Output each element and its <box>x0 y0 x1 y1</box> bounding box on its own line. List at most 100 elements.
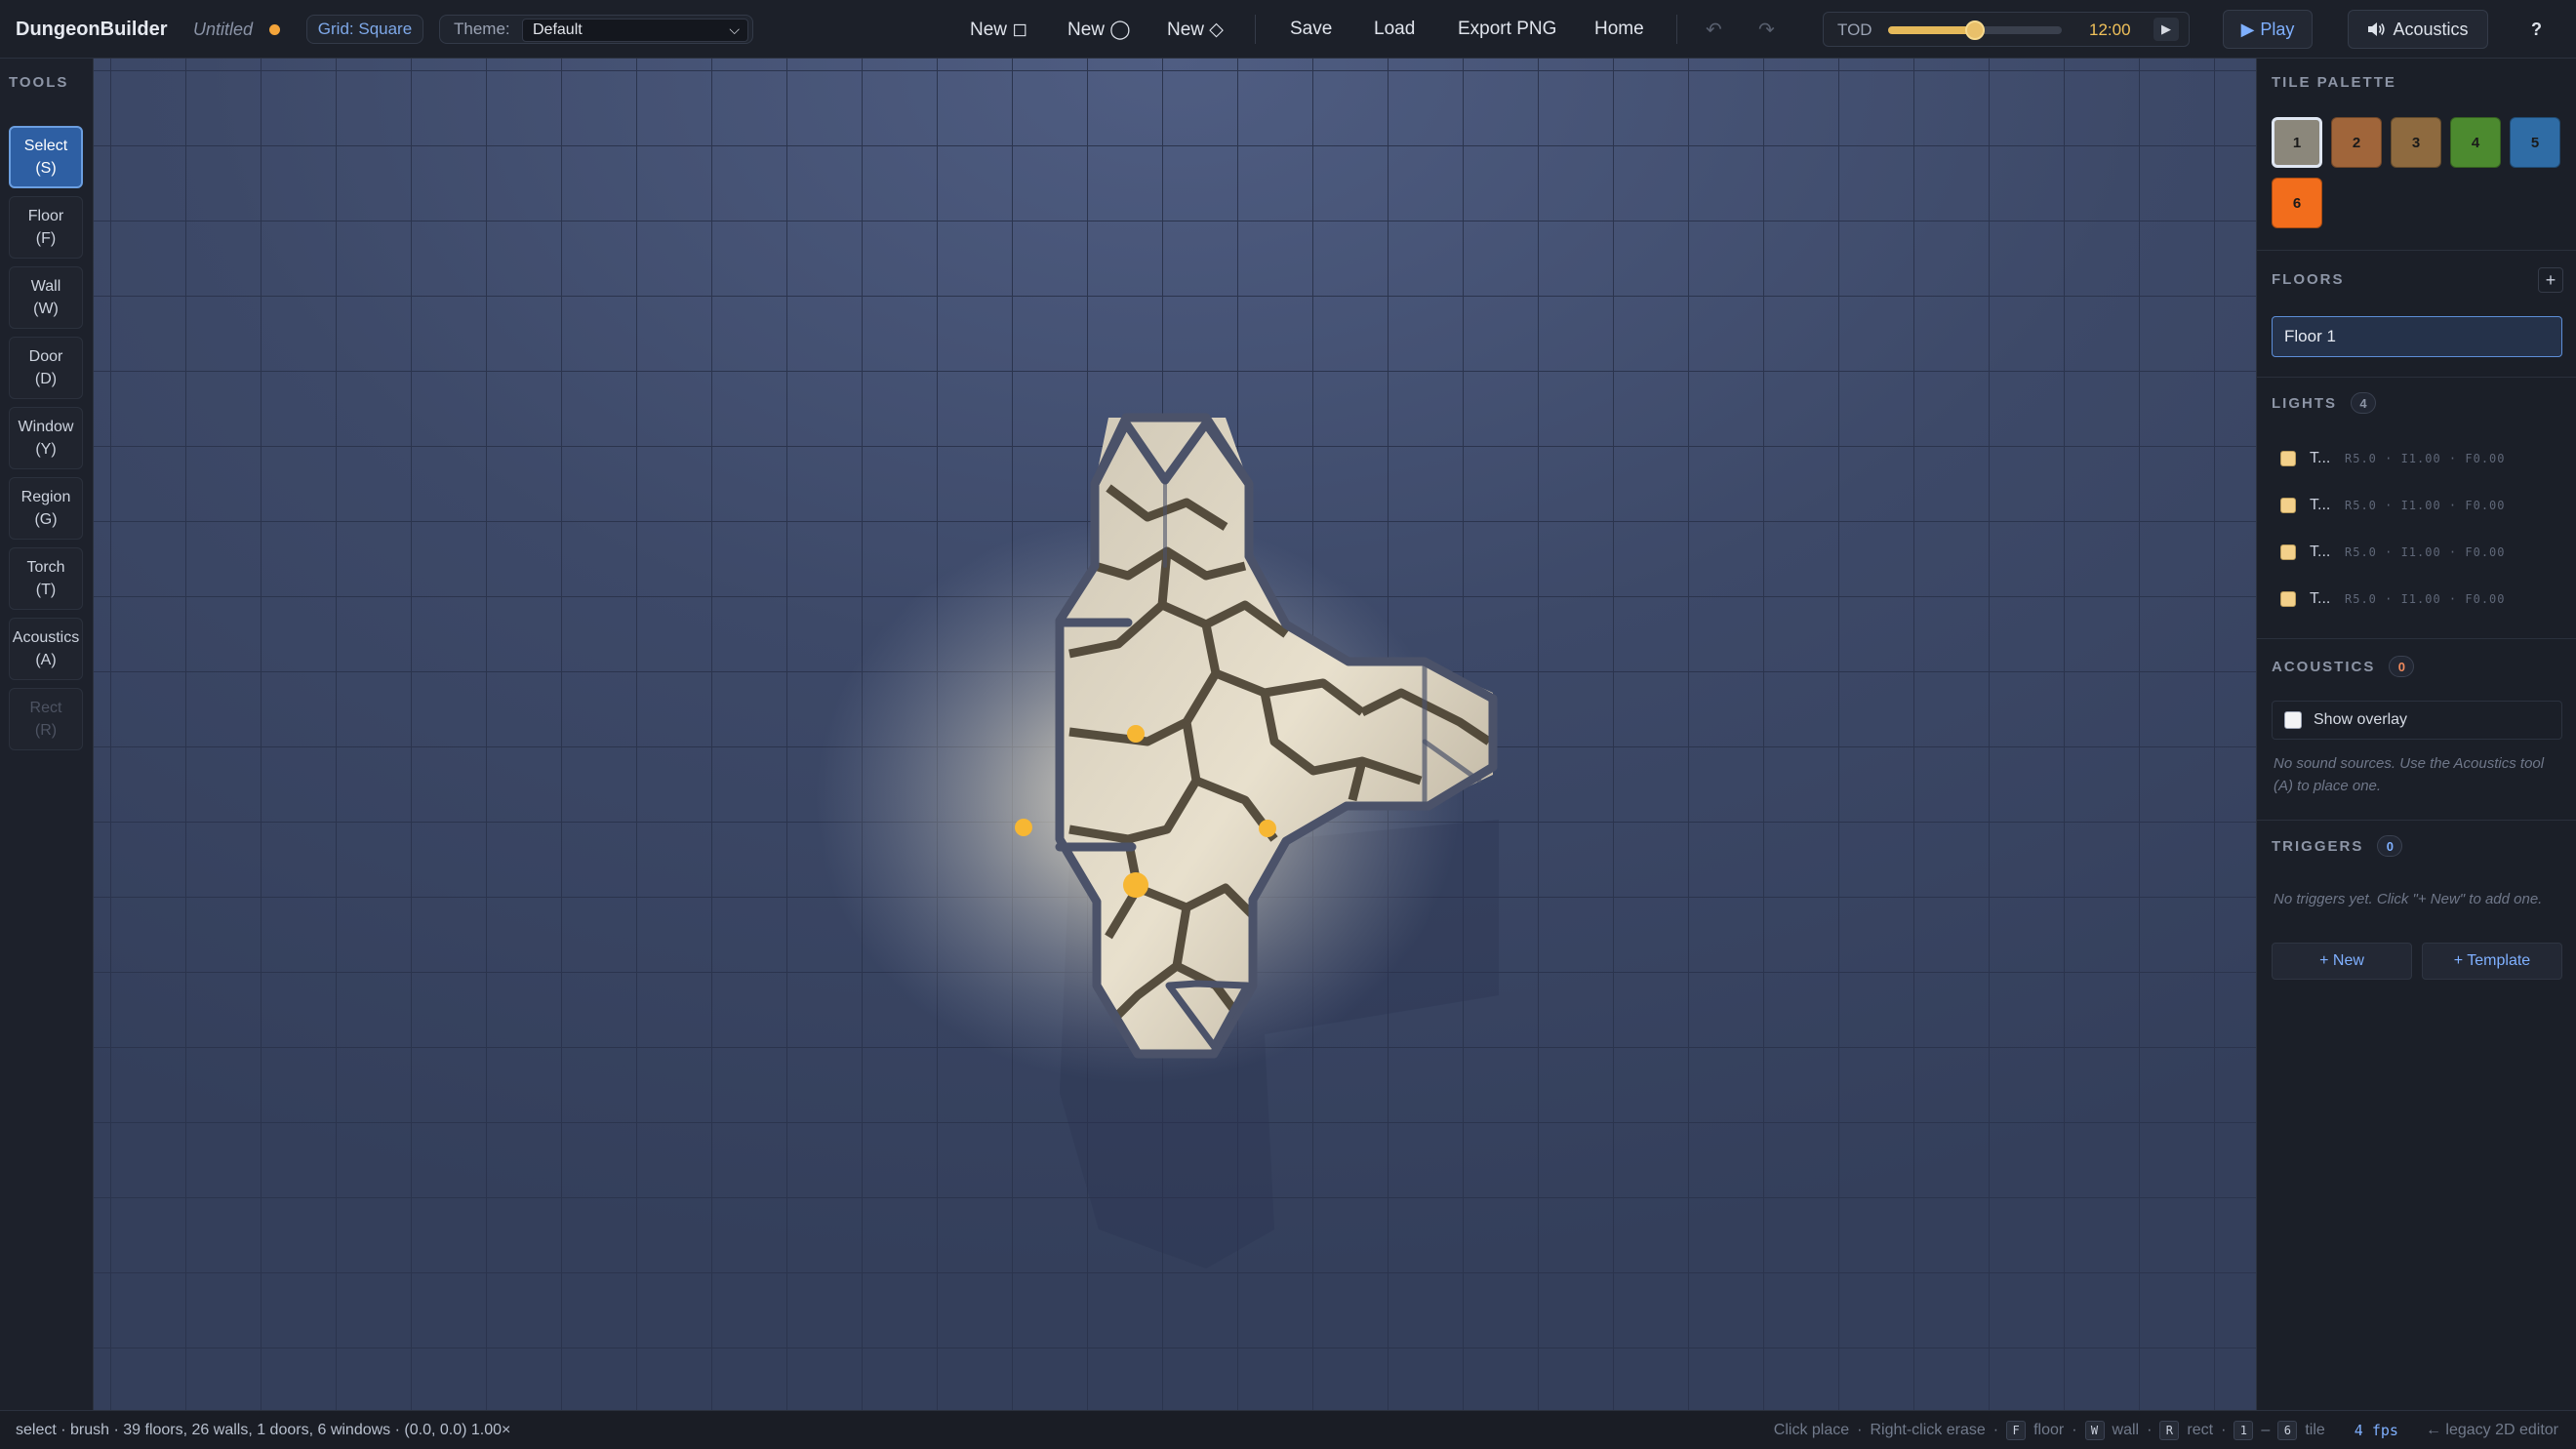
palette-tile-3[interactable]: 3 <box>2391 117 2441 168</box>
speaker-icon <box>2368 22 2386 36</box>
palette-tile-5[interactable]: 5 <box>2510 117 2560 168</box>
document-title: Untitled <box>193 19 254 39</box>
torch-marker[interactable] <box>1259 820 1276 837</box>
theme-control: Theme: Default ⌵ <box>439 15 753 44</box>
tools-title: TOOLS <box>9 74 69 91</box>
help-button[interactable]: ? <box>2531 0 2542 59</box>
light-meta: R5.0 · I1.00 · F0.00 <box>2345 592 2506 606</box>
hint-tile: tile <box>2305 1422 2325 1438</box>
acoustics-title: ACOUSTICS 0 <box>2272 656 2415 677</box>
status-summary: select · brush · 39 floors, 26 walls, 1 … <box>16 1422 511 1438</box>
show-overlay-checkbox[interactable] <box>2284 711 2302 729</box>
toolbar-divider <box>1255 15 1256 44</box>
save-button[interactable]: Save <box>1290 0 1332 59</box>
tool-rect[interactable]: Rect (R) <box>9 688 83 750</box>
show-overlay-label: Show overlay <box>2314 711 2408 728</box>
hint-click-place: Click place <box>1773 1422 1850 1438</box>
lights-title: LIGHTS 4 <box>2272 392 2376 414</box>
legacy-editor-link[interactable]: ← legacy 2D editor <box>2426 1422 2558 1439</box>
light-name: T... <box>2310 497 2331 513</box>
unsaved-indicator <box>269 24 280 35</box>
trigger-template-button[interactable]: + Template <box>2422 943 2562 980</box>
palette-title-text: TILE PALETTE <box>2272 74 2396 91</box>
light-color-swatch <box>2280 591 2296 607</box>
app-brand: DungeonBuilder <box>16 18 168 40</box>
hint-dash: – <box>2261 1422 2271 1438</box>
new-trigger-button[interactable]: + New <box>2272 943 2412 980</box>
hint-separator: · <box>1857 1422 1863 1438</box>
hint-wall: wall <box>2112 1422 2140 1438</box>
light-item[interactable]: T... R5.0 · I1.00 · F0.00 <box>2280 535 2563 570</box>
light-item[interactable]: T... R5.0 · I1.00 · F0.00 <box>2280 582 2563 617</box>
palette-tile-2[interactable]: 2 <box>2331 117 2382 168</box>
section-divider <box>2257 638 2576 639</box>
tool-region[interactable]: Region (G) <box>9 477 83 540</box>
acoustics-empty-hint: No sound sources. Use the Acoustics tool… <box>2274 755 2545 794</box>
tool-wall[interactable]: Wall (W) <box>9 266 83 329</box>
theme-label: Theme: <box>454 20 510 38</box>
new-square-map-button[interactable]: New ◻ <box>970 0 1027 59</box>
palette-tile-6[interactable]: 6 <box>2272 178 2322 228</box>
light-name: T... <box>2310 543 2331 560</box>
theme-select[interactable]: Default ⌵ <box>522 19 748 42</box>
acoustics-button[interactable]: Acoustics <box>2348 10 2488 49</box>
floor-item[interactable]: Floor 1 <box>2272 316 2562 357</box>
torch-marker[interactable] <box>1015 819 1032 836</box>
hint-separator: · <box>2147 1422 2153 1438</box>
tod-play-icon[interactable]: ▶ <box>2153 18 2179 41</box>
torch-marker[interactable] <box>1123 872 1148 898</box>
light-color-swatch <box>2280 451 2296 466</box>
light-meta: R5.0 · I1.00 · F0.00 <box>2345 452 2506 465</box>
palette-tile-4[interactable]: 4 <box>2450 117 2501 168</box>
shortcut-hints: Click place · Right-click erase · F floo… <box>1774 1417 2558 1444</box>
light-item[interactable]: T... R5.0 · I1.00 · F0.00 <box>2280 488 2563 523</box>
kbd-r: R <box>2159 1421 2180 1440</box>
show-overlay-toggle[interactable]: Show overlay <box>2272 701 2562 740</box>
hint-separator: · <box>2221 1422 2227 1438</box>
tod-slider-thumb[interactable] <box>1965 20 1985 40</box>
kbd-w: W <box>2084 1421 2105 1440</box>
lights-title-text: LIGHTS <box>2272 394 2337 412</box>
torch-marker[interactable] <box>1127 725 1145 743</box>
properties-panel: TILE PALETTE 1 2 3 4 5 6 FLOORS + Floor … <box>2256 59 2576 1410</box>
tod-label: TOD <box>1837 20 1872 39</box>
light-item[interactable]: T... R5.0 · I1.00 · F0.00 <box>2280 441 2563 476</box>
redo-icon[interactable]: ↷ <box>1758 0 1775 59</box>
play-icon: ▶ <box>2240 19 2255 39</box>
light-name: T... <box>2310 590 2331 607</box>
triggers-title-text: TRIGGERS <box>2272 837 2364 855</box>
tool-torch[interactable]: Torch (T) <box>9 547 83 610</box>
light-meta: R5.0 · I1.00 · F0.00 <box>2345 545 2506 559</box>
grid-type-button[interactable]: Grid: Square <box>306 15 423 44</box>
triggers-count-badge: 0 <box>2377 835 2403 857</box>
tool-window[interactable]: Window (Y) <box>9 407 83 469</box>
new-diamond-map-button[interactable]: New ◇ <box>1167 0 1224 59</box>
home-button[interactable]: Home <box>1594 0 1644 59</box>
light-color-swatch <box>2280 544 2296 560</box>
add-floor-button[interactable]: + <box>2538 267 2563 293</box>
status-bar: select · brush · 39 floors, 26 walls, 1 … <box>0 1410 2576 1449</box>
load-button[interactable]: Load <box>1374 0 1415 59</box>
tool-acoustics[interactable]: Acoustics (A) <box>9 618 83 680</box>
tod-slider-fill <box>1888 26 1975 34</box>
fps-counter: 4 fps <box>2354 1422 2398 1439</box>
export-png-button[interactable]: Export PNG <box>1458 0 1556 59</box>
acoustics-count-badge: 0 <box>2389 656 2415 677</box>
tool-floor[interactable]: Floor (F) <box>9 196 83 259</box>
palette-tile-1[interactable]: 1 <box>2272 117 2322 168</box>
tod-slider[interactable] <box>1888 20 2062 40</box>
time-of-day-control: TOD 12:00 ▶ <box>1823 12 2190 47</box>
theme-select-value: Default <box>533 21 583 38</box>
new-circle-map-button[interactable]: New ◯ <box>1067 0 1131 59</box>
lights-count-badge: 4 <box>2351 392 2376 414</box>
tool-select[interactable]: Select (S) <box>9 126 83 188</box>
map-canvas[interactable] <box>94 59 2256 1410</box>
tod-value: 12:00 <box>2089 20 2131 39</box>
section-divider <box>2257 250 2576 251</box>
undo-icon[interactable]: ↶ <box>1706 0 1722 59</box>
map-svg[interactable] <box>94 59 2256 1410</box>
play-button[interactable]: ▶ Play <box>2223 10 2313 49</box>
play-label: Play <box>2260 19 2295 39</box>
kbd-f: F <box>2006 1421 2027 1440</box>
tool-door[interactable]: Door (D) <box>9 337 83 399</box>
